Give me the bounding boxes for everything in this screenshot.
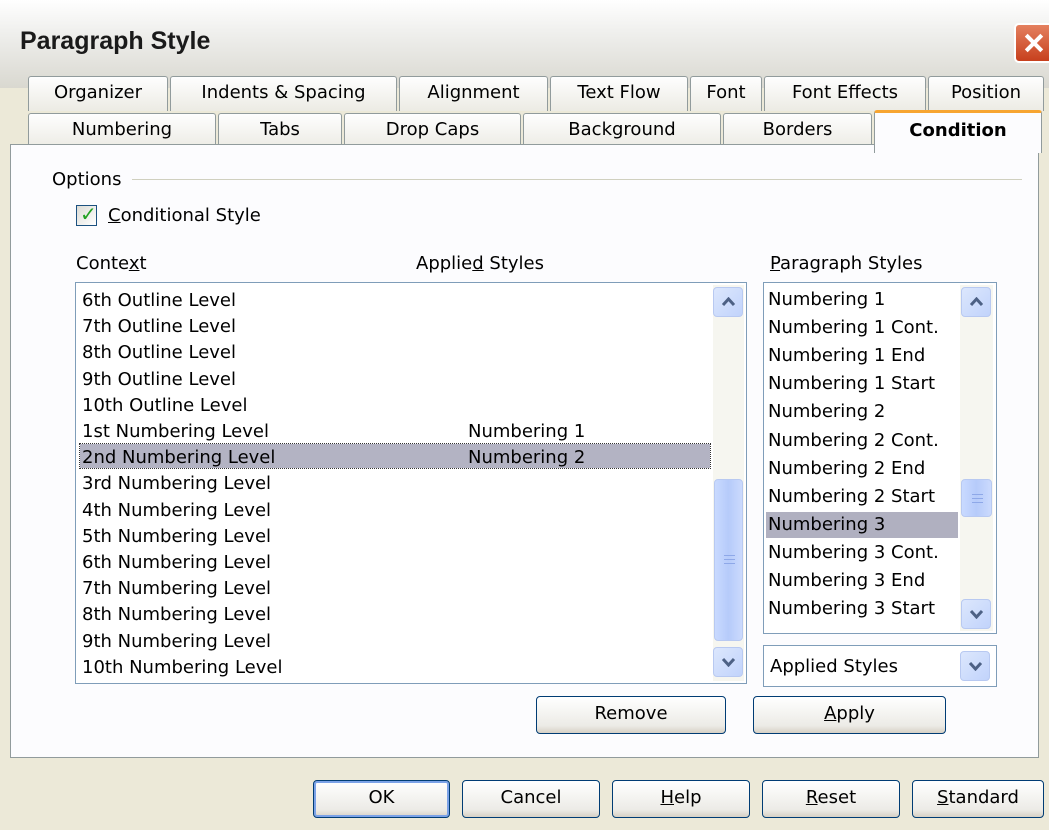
paragraph-styles-header: Paragraph Styles (770, 253, 923, 274)
applied-style-cell: Numbering 2 (468, 447, 586, 469)
context-header: Context (76, 253, 147, 274)
chevron-down-icon[interactable] (960, 651, 990, 681)
list-item[interactable]: 6th Numbering Level (82, 550, 271, 576)
applied-styles-header: Applied Styles (416, 253, 544, 274)
list-item[interactable]: Numbering 2 (766, 399, 958, 425)
list-item[interactable]: 7th Numbering Level (82, 576, 271, 602)
tab-numbering[interactable]: Numbering (28, 113, 216, 148)
context-scrollbar-thumb[interactable] (714, 479, 743, 641)
list-item[interactable]: 8th Outline Level (82, 340, 236, 366)
tab-position[interactable]: Position (928, 76, 1044, 111)
tab-tabs[interactable]: Tabs (218, 113, 342, 148)
list-item[interactable]: 3rd Numbering Level (82, 471, 271, 497)
checkmark-icon: ✓ (80, 202, 97, 226)
list-item[interactable]: Numbering 1 Start (766, 371, 958, 397)
tab-borders[interactable]: Borders (723, 113, 872, 148)
tab-text-flow[interactable]: Text Flow (550, 76, 688, 111)
list-item[interactable]: Numbering 3 Start (766, 596, 958, 622)
applied-style-cell: Numbering 1 (468, 421, 586, 442)
window-title: Paragraph Style (20, 27, 211, 55)
list-item[interactable]: Numbering 3 (766, 511, 958, 538)
list-item[interactable]: 1st Numbering Level (82, 419, 269, 445)
reset-button[interactable]: Reset (762, 780, 900, 818)
scroll-up-icon[interactable] (961, 287, 991, 317)
list-item[interactable]: 6th Outline Level (82, 288, 236, 314)
cancel-button[interactable]: Cancel (462, 780, 600, 818)
tab-background[interactable]: Background (523, 113, 721, 148)
style-filter-value: Applied Styles (770, 656, 898, 677)
tab-font-effects[interactable]: Font Effects (764, 76, 926, 111)
tab-organizer[interactable]: Organizer (28, 76, 168, 111)
tab-indents-spacing[interactable]: Indents & Spacing (170, 76, 397, 111)
tab-condition[interactable]: Condition (874, 110, 1042, 153)
paragraph-styles-scrollbar-thumb[interactable] (961, 479, 992, 517)
list-item[interactable]: Numbering 1 (766, 287, 958, 313)
list-item[interactable]: 7th Outline Level (82, 314, 236, 340)
list-item[interactable]: 4th Numbering Level (82, 498, 271, 524)
options-group-label: Options (52, 169, 122, 190)
list-item[interactable]: 10th Numbering Level (82, 655, 282, 681)
list-item[interactable]: 5th Numbering Level (82, 524, 271, 550)
list-item[interactable]: Numbering 1 Cont. (766, 315, 958, 341)
tab-drop-caps[interactable]: Drop Caps (344, 113, 521, 148)
style-filter-select[interactable]: Applied Styles (763, 645, 997, 687)
conditional-style-label: Conditional Style (108, 205, 261, 226)
list-item[interactable]: 9th Numbering Level (82, 629, 271, 655)
list-item[interactable]: 8th Numbering Level (82, 602, 271, 628)
conditional-style-checkbox[interactable]: ✓ (76, 202, 97, 226)
help-button[interactable]: Help (612, 780, 750, 818)
paragraph-styles-scrollbar[interactable] (960, 285, 993, 631)
scroll-up-icon[interactable] (713, 287, 743, 317)
list-item[interactable]: Numbering 2 Cont. (766, 428, 958, 454)
scroll-down-icon[interactable] (713, 647, 743, 677)
list-item[interactable]: Numbering 2 End (766, 456, 958, 482)
list-item[interactable]: 2nd Numbering Level (82, 445, 275, 471)
remove-button[interactable]: Remove (536, 696, 726, 734)
tab-alignment[interactable]: Alignment (399, 76, 548, 111)
list-item[interactable]: Numbering 3 End (766, 568, 958, 594)
close-icon[interactable] (1014, 23, 1049, 63)
list-item[interactable]: 9th Outline Level (82, 367, 236, 393)
list-item[interactable]: Numbering 2 Start (766, 484, 958, 510)
tab-font[interactable]: Font (690, 76, 762, 111)
options-divider (132, 179, 1022, 180)
list-item[interactable]: Numbering 1 End (766, 343, 958, 369)
context-scrollbar[interactable] (713, 285, 744, 681)
standard-button[interactable]: Standard (912, 780, 1044, 818)
apply-button[interactable]: Apply (753, 696, 946, 734)
ok-button[interactable]: OK (313, 780, 450, 818)
list-item[interactable]: 10th Outline Level (82, 393, 247, 419)
list-item[interactable]: Numbering 3 Cont. (766, 540, 958, 566)
scroll-down-icon[interactable] (961, 599, 991, 629)
